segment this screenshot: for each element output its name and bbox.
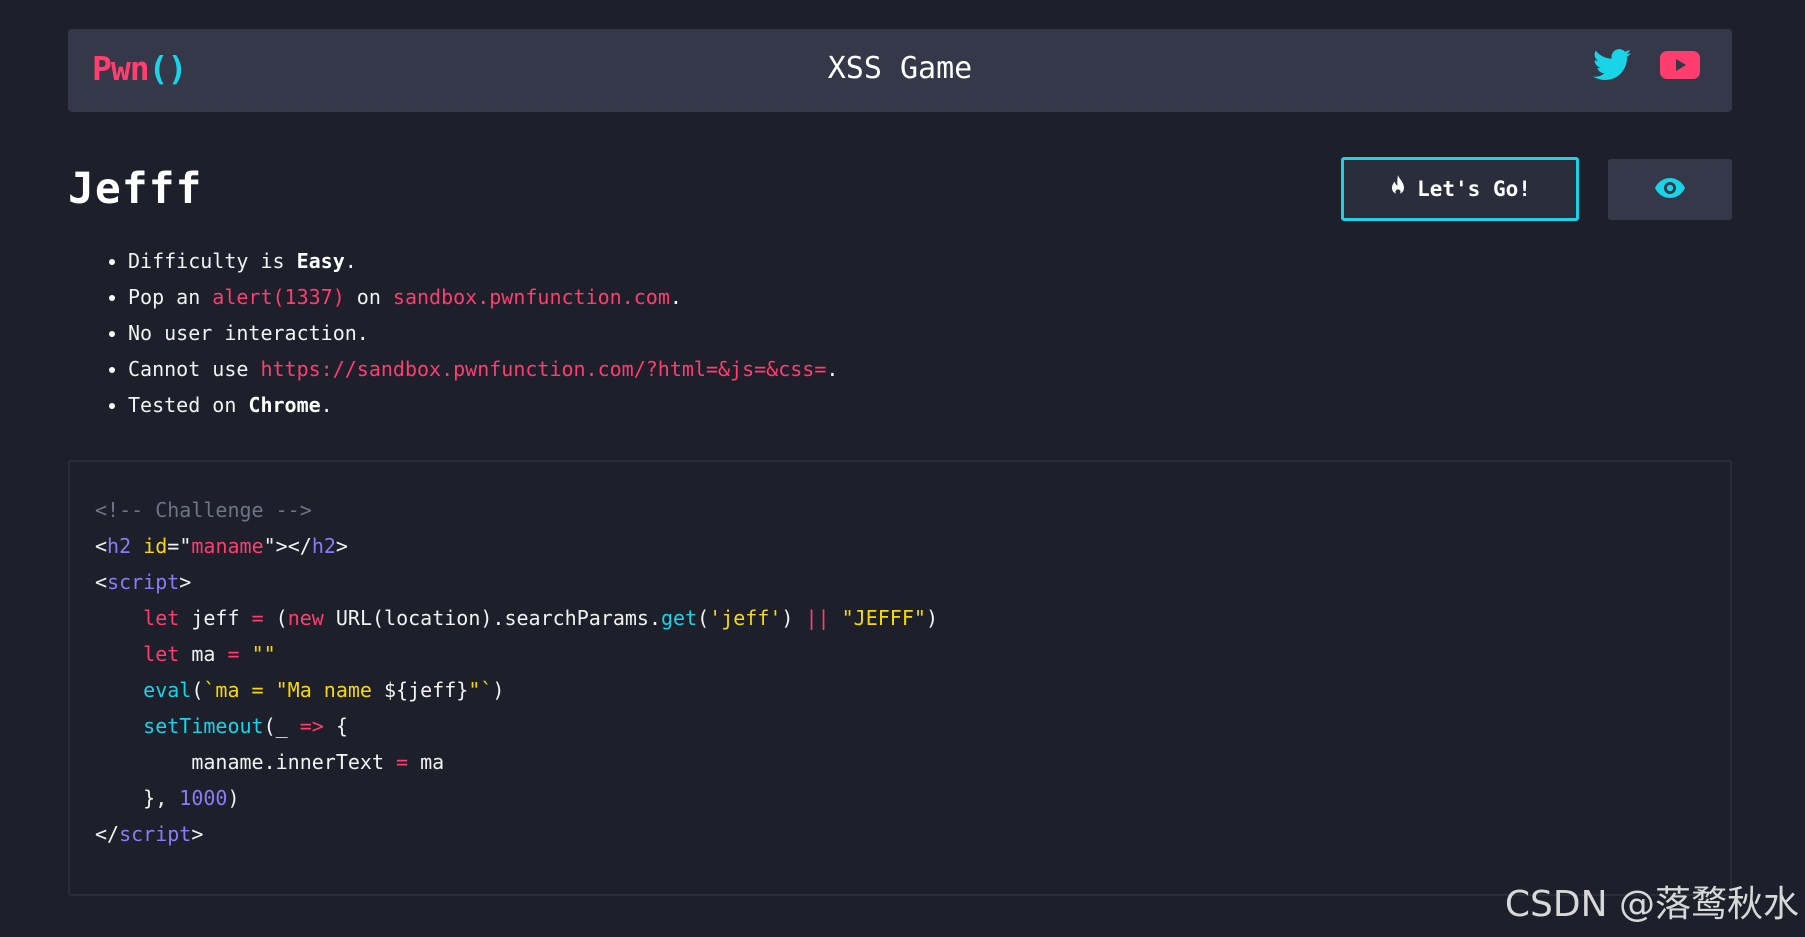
rule-no-interaction: No user interaction.	[128, 315, 838, 351]
code-operator: =	[251, 606, 264, 630]
view-source-button[interactable]	[1608, 159, 1732, 220]
code-string: ""	[251, 642, 276, 666]
alert-code: alert(1337)	[212, 285, 345, 309]
code-token: ${jeff}	[384, 678, 469, 702]
code-token: <	[95, 570, 108, 594]
code-string: "JEFFF"	[841, 606, 926, 630]
rule-browser: Tested on Chrome.	[128, 387, 838, 423]
rule-text: on	[344, 285, 393, 309]
code-token: >	[191, 822, 204, 846]
youtube-icon[interactable]	[1660, 51, 1700, 83]
code-string: "`	[468, 678, 493, 702]
rule-text: Difficulty is	[128, 249, 297, 273]
rule-text: .	[344, 249, 357, 273]
code-token: >	[179, 570, 192, 594]
eye-icon	[1655, 177, 1685, 202]
code-token: jeff	[191, 606, 240, 630]
code-token: "	[263, 534, 276, 558]
challenge-code-block: <!-- Challenge --> <h2 id="maname"></h2>…	[68, 460, 1732, 896]
code-tag: script	[107, 570, 180, 594]
code-token: </	[287, 534, 312, 558]
code-attr: id	[143, 534, 168, 558]
code-token: <	[95, 534, 108, 558]
lets-go-button[interactable]: Let's Go!	[1341, 157, 1579, 221]
page-title: XSS Game	[827, 51, 973, 86]
rule-text: Cannot use	[128, 357, 261, 381]
code-string: 'jeff'	[709, 606, 782, 630]
source-code: <!-- Challenge --> <h2 id="maname"></h2>…	[95, 498, 938, 846]
code-keyword: new	[287, 606, 324, 630]
challenge-title: Jefff	[68, 164, 203, 214]
flame-icon	[1389, 174, 1407, 204]
code-function: setTimeout	[143, 714, 264, 738]
code-string: "Ma name	[275, 678, 385, 702]
code-keyword: let	[143, 606, 180, 630]
code-token: "	[179, 534, 192, 558]
browser-name: Chrome	[248, 393, 321, 417]
code-comment: <!-- Challenge -->	[95, 498, 312, 522]
code-token: URL(location).searchParams.	[335, 606, 661, 630]
code-tag: script	[119, 822, 192, 846]
rule-text: .	[320, 393, 333, 417]
code-keyword: let	[143, 642, 180, 666]
code-function: eval	[143, 678, 192, 702]
rule-goal: Pop an alert(1337) on sandbox.pwnfunctio…	[128, 279, 838, 315]
rule-text: No user interaction.	[128, 321, 369, 345]
rule-text: Pop an	[128, 285, 213, 309]
rule-text: Tested on	[128, 393, 249, 417]
code-operator: =	[227, 642, 240, 666]
difficulty-value: Easy	[296, 249, 345, 273]
code-string: `ma =	[203, 678, 276, 702]
watermark: CSDN @落鹜秋水	[1504, 884, 1799, 925]
code-token: =	[167, 534, 180, 558]
code-operator: =>	[299, 714, 324, 738]
page: Pwn() XSS Game Jefff Let's Go! • Difficu…	[0, 0, 1805, 937]
top-navbar: Pwn() XSS Game	[68, 29, 1732, 112]
forbidden-url: https://sandbox.pwnfunction.com/?html=&j…	[260, 357, 827, 381]
lets-go-label: Let's Go!	[1417, 177, 1531, 201]
twitter-icon[interactable]	[1593, 49, 1631, 85]
code-token: >	[275, 534, 288, 558]
code-function: get	[660, 606, 698, 630]
code-tag: h2	[311, 534, 336, 558]
sandbox-domain: sandbox.pwnfunction.com	[392, 285, 670, 309]
code-token: >	[335, 534, 348, 558]
code-string: maname	[191, 534, 264, 558]
rule-restriction: Cannot use https://sandbox.pwnfunction.c…	[128, 351, 838, 387]
challenge-rules: Difficulty is Easy. Pop an alert(1337) o…	[98, 243, 838, 423]
code-token: ma	[191, 642, 216, 666]
rule-text: .	[669, 285, 682, 309]
code-operator: ||	[805, 606, 830, 630]
code-token: </	[95, 822, 120, 846]
code-operator: =	[396, 750, 409, 774]
code-token: ma	[420, 750, 445, 774]
code-token: maname.innerText	[191, 750, 384, 774]
rule-difficulty: Difficulty is Easy.	[128, 243, 838, 279]
code-tag: h2	[107, 534, 132, 558]
rule-text: .	[826, 357, 839, 381]
code-number: 1000	[179, 786, 228, 810]
